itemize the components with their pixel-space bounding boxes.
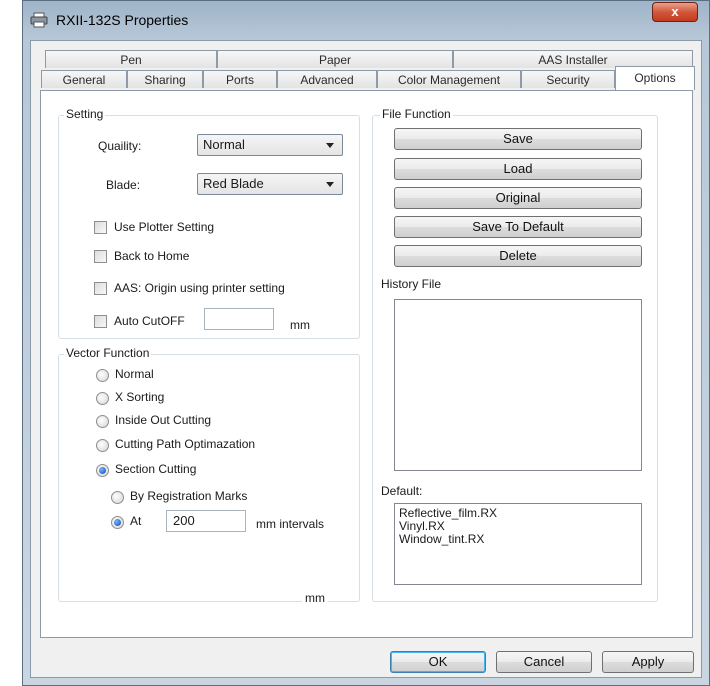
history-file-list[interactable] — [394, 299, 642, 471]
auto-cutoff-unit: mm — [290, 318, 310, 332]
tab-sharing[interactable]: Sharing — [127, 70, 203, 88]
vector-bottom-unit: mm — [302, 591, 328, 605]
radio-normal[interactable] — [96, 369, 109, 382]
radio-at-label: At — [130, 514, 142, 528]
radio-at[interactable] — [111, 516, 124, 529]
back-home-checkbox[interactable] — [94, 250, 107, 263]
title-bar[interactable]: RXII-132S Properties x — [22, 0, 710, 42]
close-button[interactable]: x — [652, 2, 698, 22]
back-home-label: Back to Home — [114, 249, 190, 263]
window-title: RXII-132S Properties — [56, 12, 189, 28]
history-file-label: History File — [381, 277, 442, 291]
file-function-label: File Function — [380, 107, 453, 121]
use-plotter-checkbox[interactable] — [94, 221, 107, 234]
quality-dropdown[interactable]: Normal — [197, 134, 343, 156]
radio-by-registration-label: By Registration Marks — [130, 489, 248, 503]
tab-color-management[interactable]: Color Management — [377, 70, 521, 88]
tab-paper[interactable]: Paper — [217, 50, 453, 68]
tab-pen[interactable]: Pen — [45, 50, 217, 68]
printer-icon — [30, 12, 48, 28]
interval-input[interactable]: 200 — [166, 510, 246, 532]
use-plotter-label: Use Plotter Setting — [114, 220, 215, 234]
blade-dropdown[interactable]: Red Blade — [197, 173, 343, 195]
radio-path-optimization[interactable] — [96, 439, 109, 452]
radio-section-cutting[interactable] — [96, 464, 109, 477]
auto-cutoff-label: Auto CutOFF — [114, 314, 185, 328]
radio-by-registration[interactable] — [111, 491, 124, 504]
close-icon: x — [671, 4, 679, 19]
default-label: Default: — [381, 484, 423, 498]
interval-unit-label: mm intervals — [256, 517, 325, 531]
load-button[interactable]: Load — [394, 158, 642, 180]
delete-button[interactable]: Delete — [394, 245, 642, 267]
radio-section-cutting-label: Section Cutting — [115, 462, 197, 476]
auto-cutoff-input[interactable] — [204, 308, 274, 330]
radio-normal-label: Normal — [115, 367, 154, 381]
chevron-down-icon — [326, 143, 334, 148]
radio-x-sorting-label: X Sorting — [115, 390, 165, 404]
quality-value: Normal — [203, 137, 245, 152]
radio-x-sorting[interactable] — [96, 392, 109, 405]
aas-origin-checkbox[interactable] — [94, 282, 107, 295]
list-item[interactable]: Window_tint.RX — [395, 533, 641, 546]
default-file-list[interactable]: Reflective_film.RX Vinyl.RX Window_tint.… — [394, 503, 642, 585]
aas-origin-label: AAS: Origin using printer setting — [114, 281, 285, 295]
tab-general[interactable]: General — [41, 70, 127, 88]
tab-options[interactable]: Options — [615, 66, 695, 90]
tab-advanced[interactable]: Advanced — [277, 70, 377, 88]
radio-inside-out-label: Inside Out Cutting — [115, 413, 212, 427]
tab-security[interactable]: Security — [521, 70, 615, 88]
radio-path-optimization-label: Cutting Path Optimazation — [115, 437, 256, 451]
original-button[interactable]: Original — [394, 187, 642, 209]
radio-inside-out[interactable] — [96, 415, 109, 428]
blade-label: Blade: — [106, 178, 141, 192]
ok-button[interactable]: OK — [390, 651, 486, 673]
vector-function-label: Vector Function — [64, 346, 152, 360]
save-button[interactable]: Save — [394, 128, 642, 150]
save-to-default-button[interactable]: Save To Default — [394, 216, 642, 238]
auto-cutoff-checkbox[interactable] — [94, 315, 107, 328]
chevron-down-icon — [326, 182, 334, 187]
cancel-button[interactable]: Cancel — [496, 651, 592, 673]
quality-label: Quaility: — [98, 139, 142, 153]
tab-ports[interactable]: Ports — [203, 70, 277, 88]
apply-button[interactable]: Apply — [602, 651, 694, 673]
setting-group-label: Setting — [64, 107, 106, 121]
blade-value: Red Blade — [203, 176, 264, 191]
